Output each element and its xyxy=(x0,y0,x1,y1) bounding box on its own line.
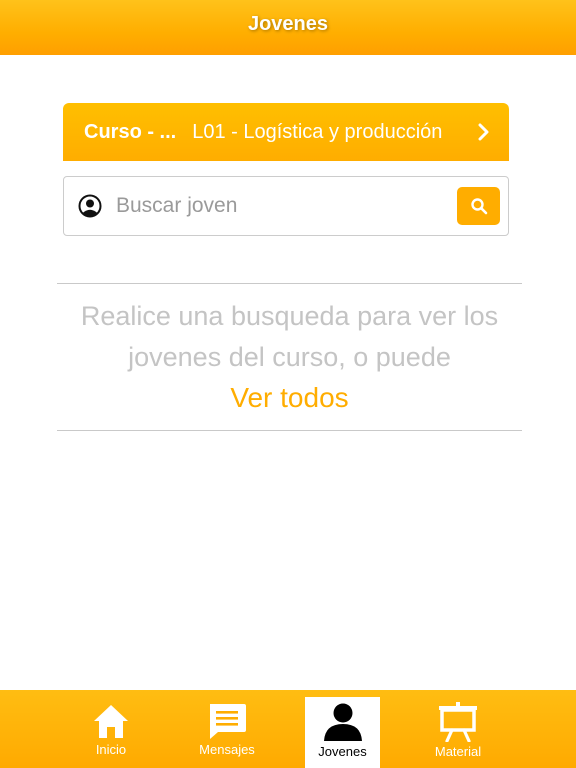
search-input[interactable] xyxy=(116,194,457,218)
tab-inicio[interactable]: Inicio xyxy=(81,690,141,768)
tab-jovenes[interactable]: Jovenes xyxy=(305,697,380,768)
person-icon xyxy=(323,703,362,741)
tab-label: Material xyxy=(434,744,482,759)
message-icon xyxy=(210,704,246,739)
chevron-right-icon xyxy=(478,123,489,141)
empty-state-message: Realice una busqueda para ver los jovene… xyxy=(80,301,499,372)
search-icon xyxy=(470,198,487,215)
search-box xyxy=(63,176,509,236)
page-title: Jovenes xyxy=(247,13,329,35)
search-button[interactable] xyxy=(457,187,500,225)
view-all-link[interactable]: Ver todos xyxy=(57,377,522,418)
divider xyxy=(57,283,522,284)
bottom-tab-bar: Inicio Mensajes Jovenes Material xyxy=(0,690,576,768)
divider xyxy=(57,430,522,431)
presentation-board-icon xyxy=(439,702,477,742)
app-header: Jovenes xyxy=(0,0,576,55)
user-circle-icon xyxy=(78,194,102,218)
home-icon xyxy=(94,705,128,738)
tab-mensajes[interactable]: Mensajes xyxy=(192,690,262,768)
tab-label: Mensajes xyxy=(199,742,255,757)
tab-label: Inicio xyxy=(95,742,127,757)
course-value: L01 - Logística y producción xyxy=(192,120,443,143)
course-selector[interactable]: Curso - ... L01 - Logística y producción xyxy=(63,103,509,161)
tab-material[interactable]: Material xyxy=(428,690,488,768)
course-label: Curso - ... xyxy=(84,120,177,143)
tab-label: Jovenes xyxy=(318,744,367,759)
